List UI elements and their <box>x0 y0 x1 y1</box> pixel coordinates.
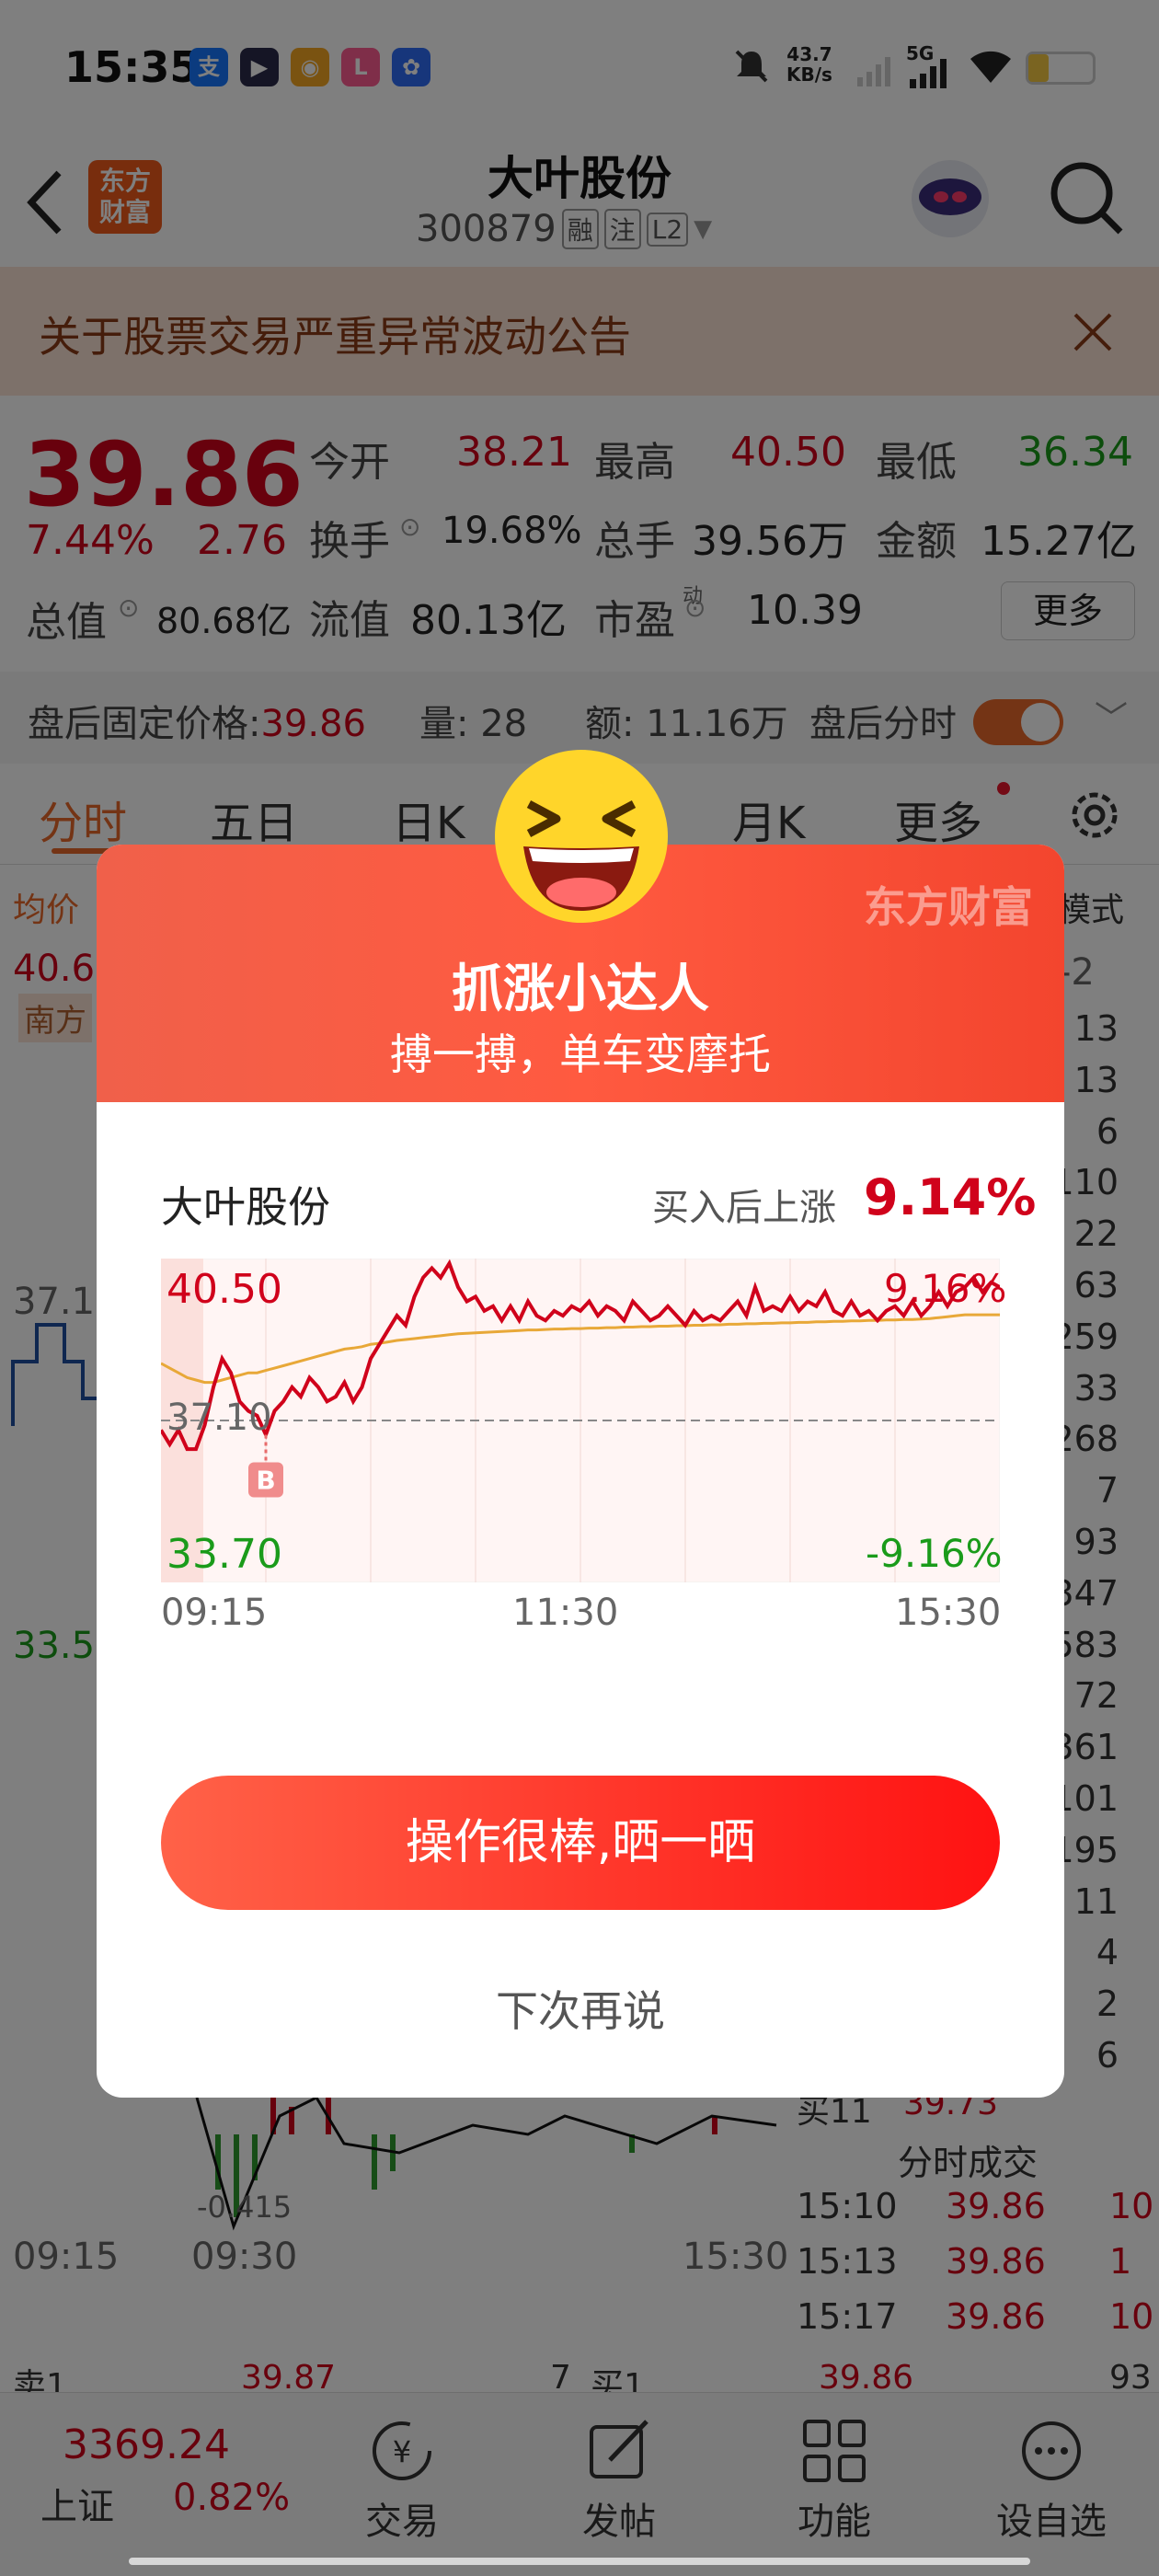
dialog-stock-name: 大叶股份 <box>161 1182 330 1232</box>
buy-marker-label: B <box>256 1466 275 1496</box>
y-label-high: 40.50 <box>166 1266 282 1313</box>
gain-value: 9.14% <box>864 1168 1037 1226</box>
dialog-subtitle: 搏一搏，单车变摩托 <box>390 1029 771 1079</box>
laughing-emoji-icon <box>495 750 668 923</box>
dismiss-later-button[interactable]: 下次再说 <box>97 1978 1064 2039</box>
x-tick-mid: 11:30 <box>512 1592 619 1634</box>
x-tick-start: 09:15 <box>161 1592 268 1634</box>
gain-label: 买入后上涨 <box>652 1187 836 1229</box>
x-tick-end: 15:30 <box>895 1592 1002 1634</box>
dialog-title: 抓涨小达人 <box>452 960 709 1019</box>
gesture-bar <box>129 2558 1030 2565</box>
y-pct-high: 9.16% <box>884 1266 1007 1311</box>
brand-watermark: 东方财富 <box>864 882 1033 932</box>
y-label-low: 33.70 <box>166 1531 282 1578</box>
share-button[interactable]: 操作很棒,晒一晒 <box>161 1776 1000 1910</box>
achievement-dialog: 东方财富 抓涨小达人 搏一搏，单车变摩托 大叶股份 买入后上涨 9.14% B … <box>97 845 1064 2098</box>
y-pct-low: -9.16% <box>866 1531 1003 1576</box>
y-label-mid: 37.10 <box>166 1397 272 1439</box>
